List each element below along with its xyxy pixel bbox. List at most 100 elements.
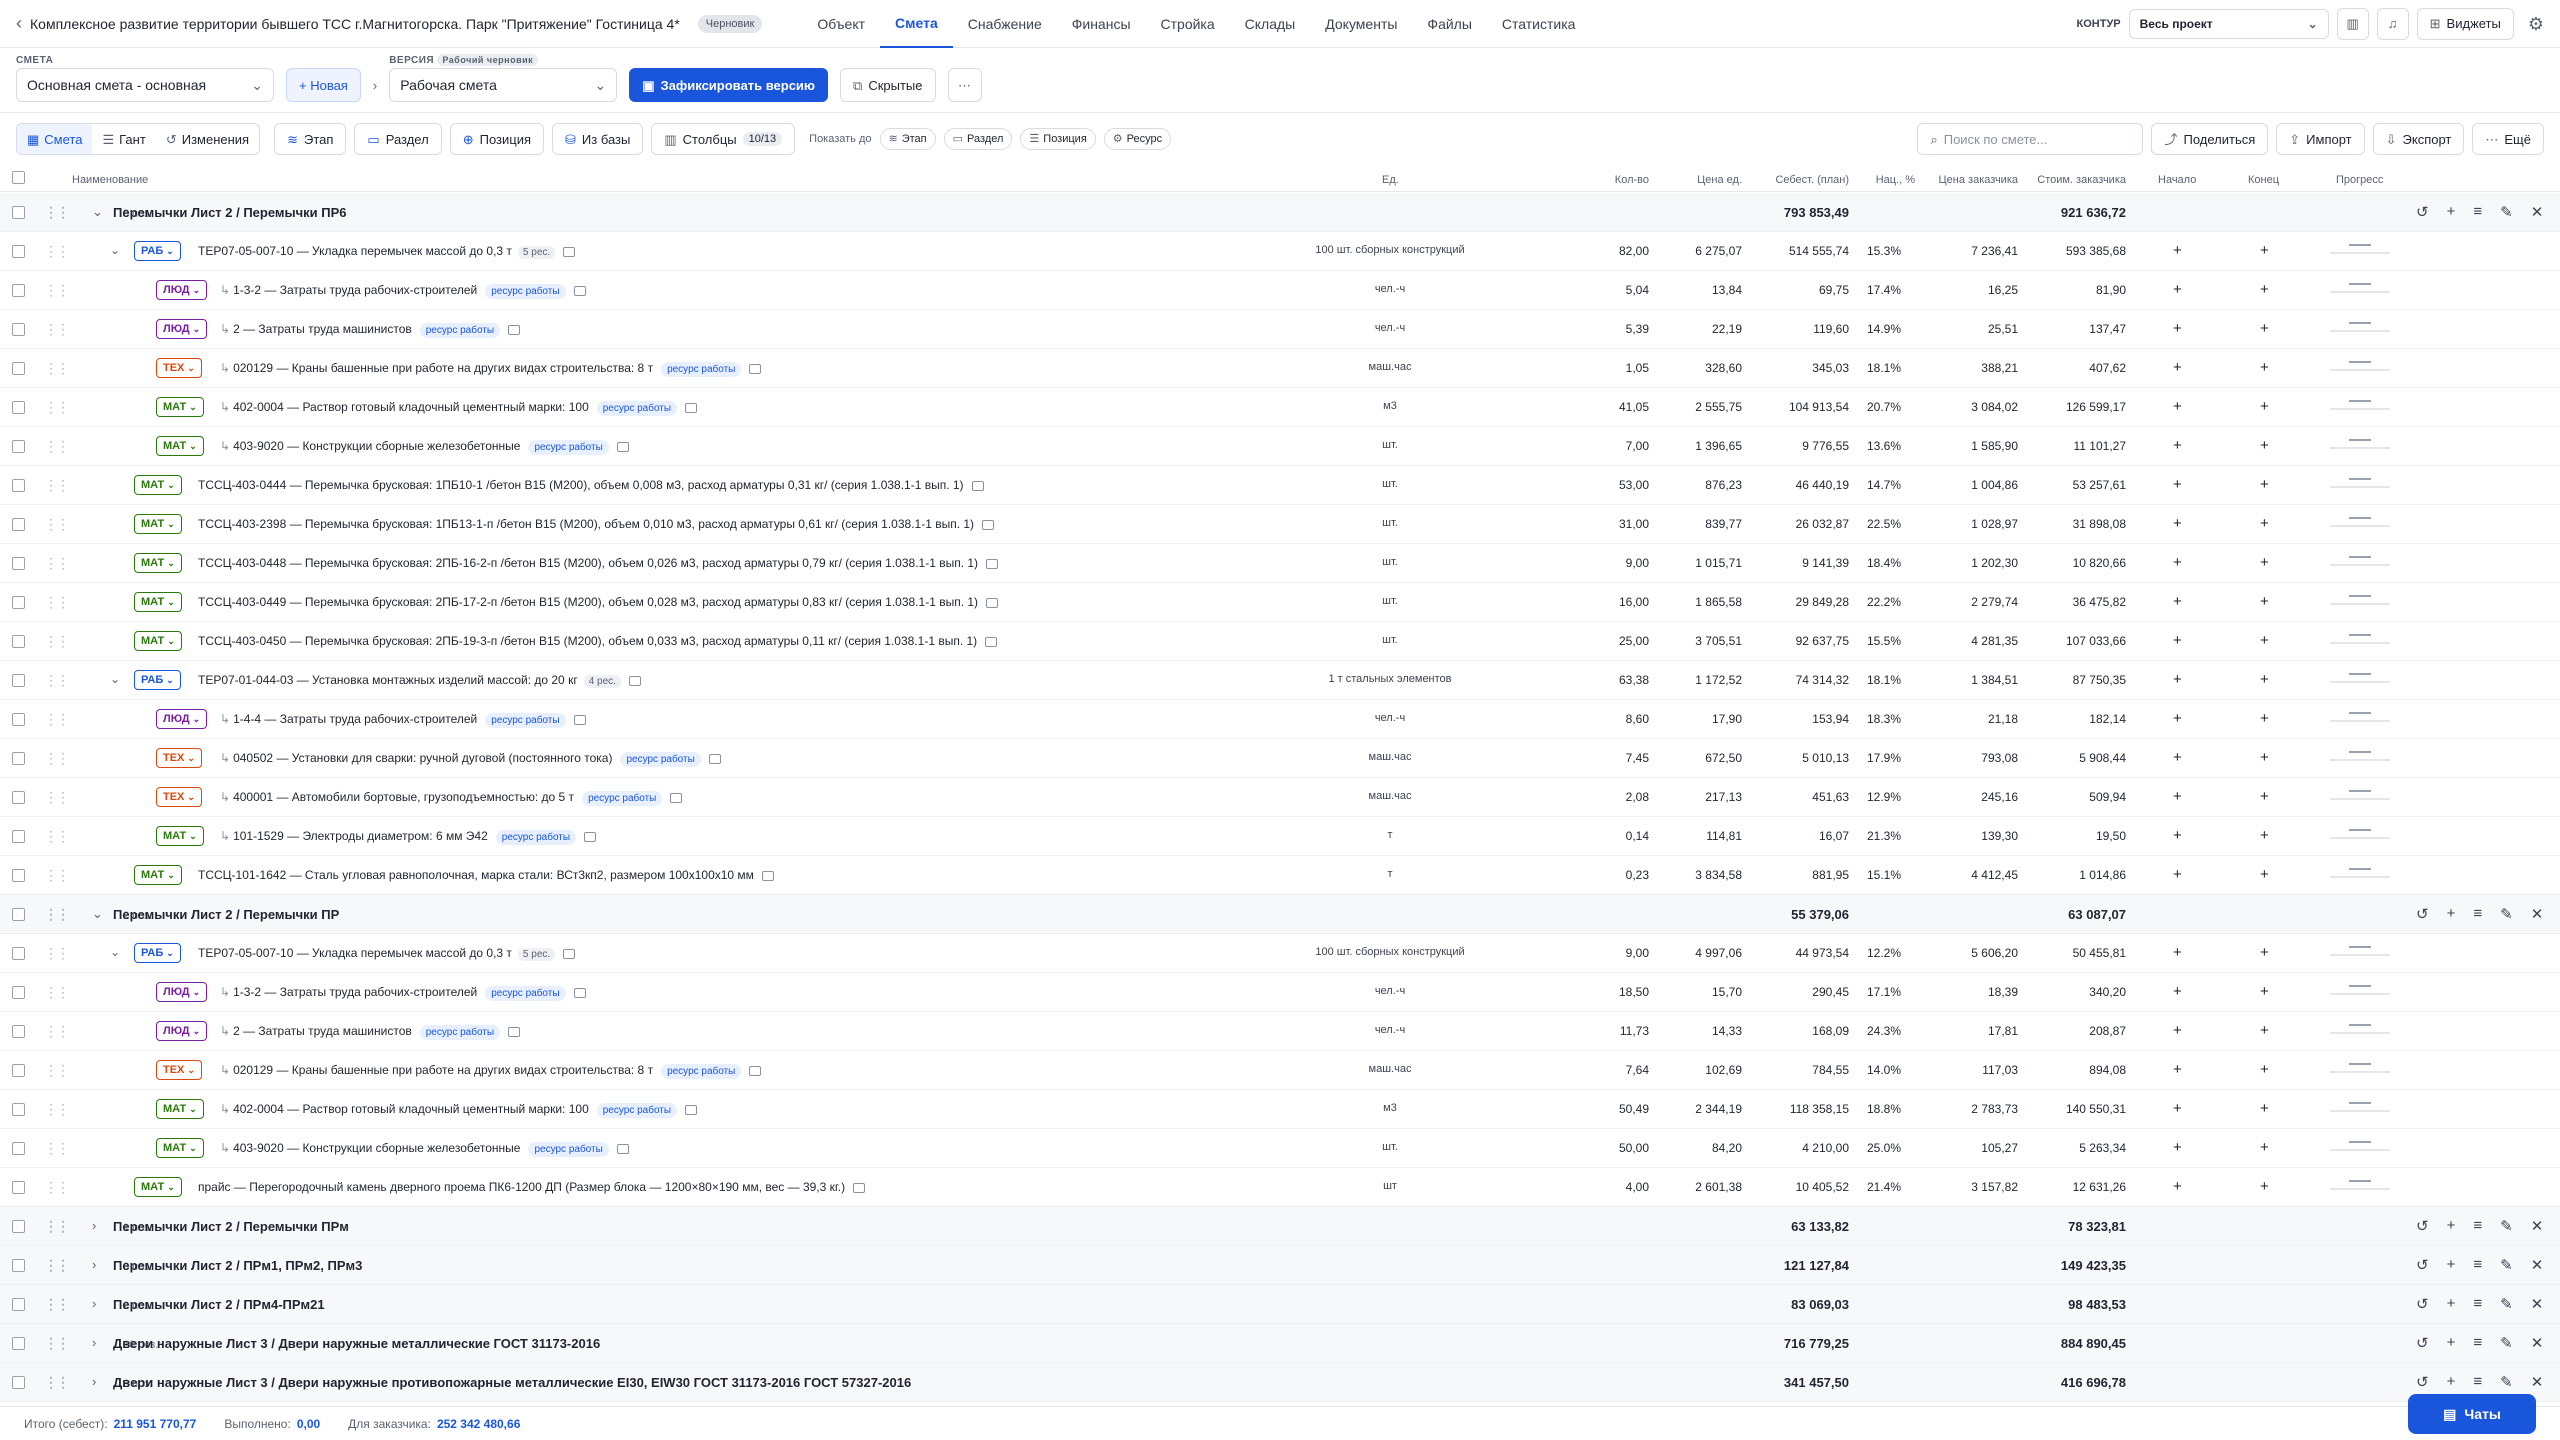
type-tag[interactable]: ЛЮД ⌄	[156, 982, 208, 1002]
row-checkbox[interactable]	[12, 557, 25, 570]
group-row[interactable]: ⋮⋮ › Двери наружные Лист 3 / Двери наружны…	[0, 1363, 2560, 1402]
plus-icon[interactable]: +	[2447, 905, 2456, 923]
chevron-down-icon[interactable]: ⌄	[92, 906, 103, 922]
row-checkbox[interactable]	[12, 596, 25, 609]
close-icon[interactable]: ✕	[2531, 203, 2544, 221]
start-date-add[interactable]: +	[2173, 983, 2182, 1000]
type-tag[interactable]: МАТ ⌄	[156, 436, 204, 456]
fix-version-button[interactable]: ▣ Зафиксировать версию	[629, 68, 829, 102]
end-date-add[interactable]: +	[2260, 983, 2269, 1000]
row-checkbox[interactable]	[12, 986, 25, 999]
row-checkbox[interactable]	[12, 635, 25, 648]
search-box[interactable]: ⌕ Поиск по смете...	[1917, 123, 2144, 155]
drag-handle-icon[interactable]: ⋮⋮	[44, 282, 70, 299]
end-date-add[interactable]: +	[2260, 632, 2269, 649]
estimate-select[interactable]: Основная смета - основная ⌄	[16, 68, 274, 102]
comment-icon[interactable]	[563, 246, 576, 257]
progress-bar[interactable]	[2330, 1098, 2390, 1112]
start-date-add[interactable]: +	[2173, 827, 2182, 844]
start-date-add[interactable]: +	[2173, 476, 2182, 493]
end-date-add[interactable]: +	[2260, 671, 2269, 688]
resource-row[interactable]: ⋮⋮ МАТ ⌄ ↳ 402-0004 — Раствор готовый кладоч…	[0, 1090, 2560, 1129]
chevron-down-icon[interactable]: ⌄	[92, 204, 103, 220]
drag-handle-icon[interactable]: ⋮⋮	[44, 1296, 70, 1313]
plus-icon[interactable]: +	[2447, 1295, 2456, 1313]
chevron-right-icon[interactable]: ›	[92, 1335, 96, 1350]
drag-handle-icon[interactable]: ⋮⋮	[44, 945, 70, 962]
chevron-right-icon[interactable]: ›	[92, 1296, 96, 1311]
comment-icon[interactable]	[573, 714, 586, 725]
col-client-price[interactable]: Цена заказчика	[1939, 174, 2018, 186]
history-icon[interactable]: ↺	[2416, 905, 2429, 923]
back-icon[interactable]: ‹	[16, 13, 22, 34]
type-tag[interactable]: ЛЮД ⌄	[156, 1021, 208, 1041]
progress-bar[interactable]	[2330, 786, 2390, 800]
resource-row[interactable]: ⋮⋮ ЛЮД ⌄ ↳ 1-3-2 — Затраты труда рабочих-стр…	[0, 973, 2560, 1012]
row-checkbox[interactable]	[12, 1181, 25, 1194]
indent-icon[interactable]: ≡	[2473, 1217, 2482, 1235]
notifications-button[interactable]: ♫	[2376, 7, 2409, 40]
end-date-add[interactable]: +	[2260, 1139, 2269, 1156]
start-date-add[interactable]: +	[2173, 788, 2182, 805]
level-resource[interactable]: ⚙ Ресурс	[1103, 128, 1172, 150]
row-checkbox[interactable]	[12, 752, 25, 765]
position-row[interactable]: ⋮⋮ МАТ ⌄ прайс — Перегородочный камень двер…	[0, 1168, 2560, 1207]
view-changes[interactable]: ↺ Изменения	[156, 124, 259, 154]
comment-icon[interactable]	[563, 948, 576, 959]
gear-icon[interactable]: ⚙	[2528, 15, 2544, 33]
row-checkbox[interactable]	[12, 206, 25, 219]
start-date-add[interactable]: +	[2173, 1022, 2182, 1039]
end-date-add[interactable]: +	[2260, 554, 2269, 571]
row-checkbox[interactable]	[12, 440, 25, 453]
col-end[interactable]: Конец	[2248, 174, 2279, 186]
start-date-add[interactable]: +	[2173, 749, 2182, 766]
start-date-add[interactable]: +	[2173, 515, 2182, 532]
comment-icon[interactable]	[749, 363, 762, 374]
share-button[interactable]: ⤴ Поделиться	[2151, 123, 2269, 155]
end-date-add[interactable]: +	[2260, 1022, 2269, 1039]
comment-icon[interactable]	[982, 519, 995, 530]
resource-row[interactable]: ⋮⋮ МАТ ⌄ ↳ 403-9020 — Конструкции сборные же…	[0, 427, 2560, 466]
hidden-button[interactable]: ⧉ Скрытые	[840, 68, 936, 102]
start-date-add[interactable]: +	[2173, 320, 2182, 337]
add-section-button[interactable]: ▭ Раздел	[354, 123, 442, 155]
edit-icon[interactable]: ✎	[2500, 1373, 2513, 1391]
drag-handle-icon[interactable]: ⋮⋮	[44, 1335, 70, 1352]
position-row[interactable]: ⋮⋮ МАТ ⌄ ТССЦ-403-0444 — Перемычка брускова…	[0, 466, 2560, 505]
progress-bar[interactable]	[2330, 513, 2390, 527]
end-date-add[interactable]: +	[2260, 827, 2269, 844]
position-row[interactable]: ⋮⋮ ⌄ РАБ ⌄ ТЕР07-01-044-03 — Установка монта…	[0, 661, 2560, 700]
progress-bar[interactable]	[2330, 825, 2390, 839]
row-checkbox[interactable]	[12, 1220, 25, 1233]
progress-bar[interactable]	[2330, 942, 2390, 956]
type-tag[interactable]: ТЕХ ⌄	[156, 748, 202, 768]
start-date-add[interactable]: +	[2173, 359, 2182, 376]
end-date-add[interactable]: +	[2260, 320, 2269, 337]
type-tag[interactable]: МАТ ⌄	[134, 475, 182, 495]
history-icon[interactable]: ↺	[2416, 1373, 2429, 1391]
row-checkbox[interactable]	[12, 1376, 25, 1389]
import-button[interactable]: ⇪ Импорт	[2276, 123, 2365, 155]
drag-handle-icon[interactable]: ⋮⋮	[44, 555, 70, 572]
resource-row[interactable]: ⋮⋮ ТЕХ ⌄ ↳ 400001 — Автомобили бортовые, гру…	[0, 778, 2560, 817]
end-date-add[interactable]: +	[2260, 788, 2269, 805]
drag-handle-icon[interactable]: ⋮⋮	[44, 711, 70, 728]
row-checkbox[interactable]	[12, 1103, 25, 1116]
row-checkbox[interactable]	[12, 713, 25, 726]
type-tag[interactable]: МАТ ⌄	[156, 397, 204, 417]
type-tag[interactable]: МАТ ⌄	[134, 514, 182, 534]
type-tag[interactable]: ТЕХ ⌄	[156, 1060, 202, 1080]
start-date-add[interactable]: +	[2173, 437, 2182, 454]
plus-icon[interactable]: +	[2447, 1373, 2456, 1391]
row-checkbox[interactable]	[12, 1142, 25, 1155]
indent-icon[interactable]: ≡	[2473, 1256, 2482, 1274]
row-checkbox[interactable]	[12, 362, 25, 375]
position-row[interactable]: ⋮⋮ ⌄ РАБ ⌄ ТЕР07-05-007-10 — Укладка перемыч…	[0, 232, 2560, 271]
progress-bar[interactable]	[2330, 552, 2390, 566]
chevron-right-icon[interactable]: ›	[92, 1374, 96, 1389]
drag-handle-icon[interactable]: ⋮⋮	[44, 828, 70, 845]
position-row[interactable]: ⋮⋮ МАТ ⌄ ТССЦ-403-0449 — Перемычка брускова…	[0, 583, 2560, 622]
level-section[interactable]: ▭ Раздел	[943, 128, 1013, 150]
close-icon[interactable]: ✕	[2531, 1217, 2544, 1235]
progress-bar[interactable]	[2330, 1176, 2390, 1190]
